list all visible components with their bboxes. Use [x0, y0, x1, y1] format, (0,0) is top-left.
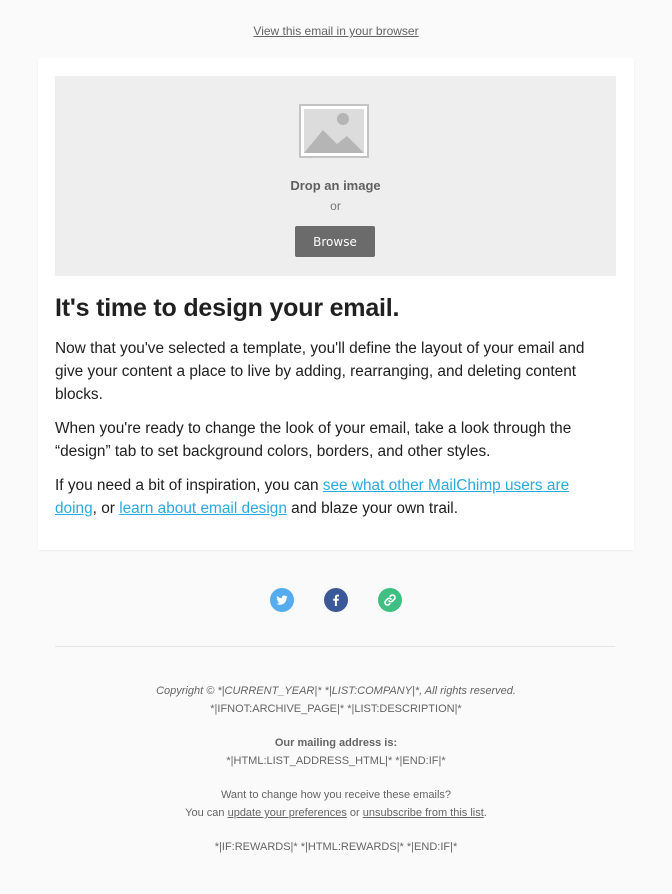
or-text: or	[330, 199, 341, 213]
copyright-text: Copyright © *|CURRENT_YEAR|* *|LIST:COMP…	[156, 685, 516, 697]
link-icon[interactable]	[378, 588, 403, 612]
twitter-icon[interactable]	[269, 588, 294, 612]
image-dropzone[interactable]: Drop an image or Browse	[55, 76, 616, 276]
social-bar	[0, 588, 672, 612]
paragraph-3-suffix: and blaze your own trail.	[286, 500, 458, 517]
content-block: It's time to design your email. Now that…	[55, 294, 615, 531]
image-placeholder-icon	[299, 104, 369, 158]
footer-divider	[55, 646, 615, 647]
email-heading: It's time to design your email.	[55, 294, 400, 322]
drop-image-text: Drop an image	[290, 178, 381, 193]
email-card: Drop an image or Browse It's time to des…	[38, 58, 634, 550]
paragraph-1: Now that you've selected a template, you…	[55, 340, 585, 403]
facebook-icon[interactable]	[324, 588, 348, 612]
list-description: *|IFNOT:ARCHIVE_PAGE|* *|LIST:DESCRIPTIO…	[210, 703, 462, 715]
paragraph-3-mid: , or	[92, 500, 120, 517]
unsubscribe-link[interactable]: unsubscribe from this list	[363, 807, 484, 819]
mailing-address-heading: Our mailing address is:	[274, 737, 398, 749]
footer: Copyright © *|CURRENT_YEAR|* *|LIST:COMP…	[0, 682, 672, 856]
update-preferences-link[interactable]: update your preferences	[228, 807, 347, 819]
paragraph-3: If you need a bit of inspiration, you ca…	[55, 474, 615, 520]
rewards-merge-tag: *|IF:REWARDS|* *|HTML:REWARDS|* *|END:IF…	[214, 841, 458, 853]
change-question: Want to change how you receive these ema…	[220, 789, 452, 801]
preferences-line: You can update your preferences or unsub…	[185, 807, 487, 819]
learn-email-design-link[interactable]: learn about email design	[119, 500, 287, 517]
view-in-browser-link[interactable]: View this email in your browser	[253, 24, 418, 38]
paragraph-2: When you're ready to change the look of …	[55, 420, 572, 460]
mailing-address: *|HTML:LIST_ADDRESS_HTML|* *|END:IF|*	[226, 755, 446, 767]
paragraph-3-prefix: If you need a bit of inspiration, you ca…	[55, 477, 323, 494]
preheader: View this email in your browser	[0, 0, 672, 38]
browse-button[interactable]: Browse	[295, 226, 375, 257]
